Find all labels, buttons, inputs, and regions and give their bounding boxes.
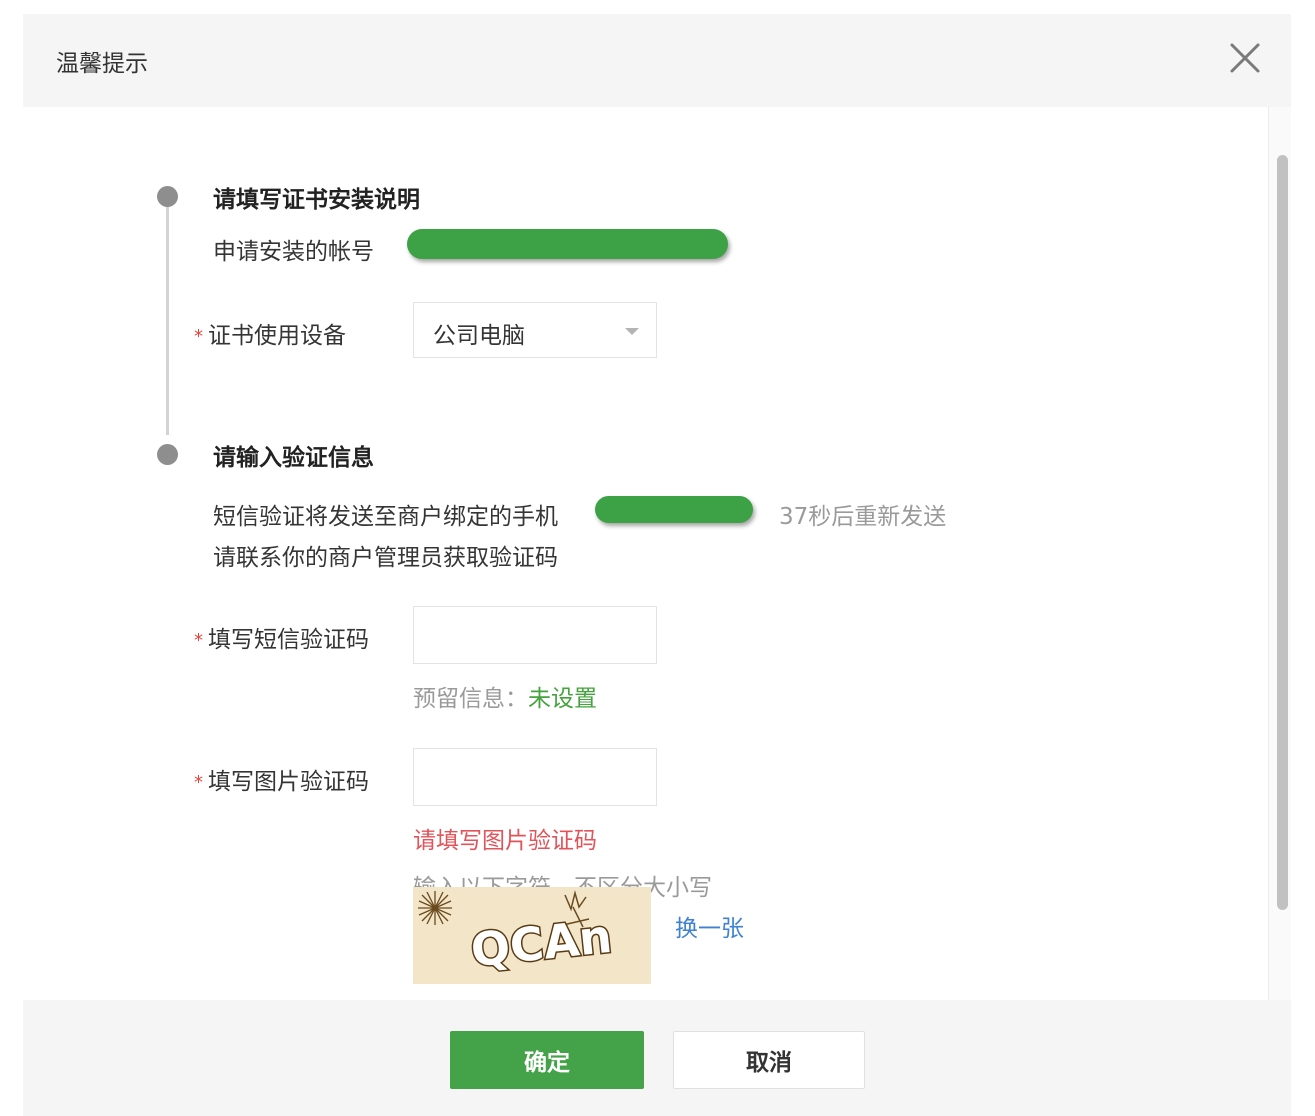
dialog-footer: 确定 取消 (23, 1000, 1291, 1116)
captcha-text: QCAn (468, 909, 614, 977)
device-select[interactable]: 公司电脑 (413, 302, 657, 358)
timeline-line (166, 195, 169, 435)
captcha-graphic: QCAn (418, 890, 616, 979)
step-1-dot (157, 186, 178, 207)
step-2-title: 请输入验证信息 (213, 445, 374, 471)
image-code-error: 请填写图片验证码 (413, 828, 597, 854)
dialog-body: 请填写证书安装说明 申请安装的帐号 * 证书使用设备 公司电脑 请输入验证信息 短… (23, 107, 1291, 1000)
confirm-button[interactable]: 确定 (450, 1031, 644, 1089)
reserved-info-value: 未设置 (528, 686, 597, 712)
device-select-value: 公司电脑 (433, 323, 525, 349)
image-code-input[interactable] (413, 748, 657, 806)
device-label: 证书使用设备 (208, 323, 346, 349)
contact-notice: 请联系你的商户管理员获取验证码 (213, 545, 558, 571)
sms-code-label-row: * 填写短信验证码 (194, 620, 369, 654)
sms-code-input[interactable] (413, 606, 657, 664)
captcha-image[interactable]: QCAn (413, 887, 651, 984)
dialog-title: 温馨提示 (56, 51, 148, 77)
image-code-label: 填写图片验证码 (208, 769, 369, 795)
required-mark: * (194, 326, 203, 347)
masked-account (407, 229, 728, 259)
account-label: 申请安装的帐号 (213, 239, 374, 265)
close-button[interactable] (1223, 40, 1267, 78)
reserved-info-label: 预留信息： (413, 686, 528, 712)
scrollbar-thumb[interactable] (1277, 155, 1288, 910)
reserved-info: 预留信息：未设置 (413, 679, 597, 713)
required-mark: * (194, 630, 203, 651)
caret-down-icon (625, 328, 639, 335)
resend-countdown: 37秒后重新发送 (779, 504, 947, 530)
scrollbar-track[interactable] (1268, 107, 1291, 1000)
close-icon (1230, 43, 1260, 73)
device-label-row: * 证书使用设备 (194, 316, 346, 350)
masked-phone (595, 496, 753, 523)
required-mark: * (194, 772, 203, 793)
cancel-button[interactable]: 取消 (673, 1031, 865, 1089)
step-2-dot (157, 444, 178, 465)
dialog: 温馨提示 请填写证书安装说明 申请安装的帐号 * 证书使用设备 公司电脑 请输入验… (23, 14, 1291, 1116)
sms-code-label: 填写短信验证码 (208, 627, 369, 653)
image-code-label-row: * 填写图片验证码 (194, 762, 369, 796)
sms-notice: 短信验证将发送至商户绑定的手机 (213, 504, 558, 530)
step-1-title: 请填写证书安装说明 (213, 187, 420, 213)
refresh-captcha-link[interactable]: 换一张 (675, 909, 744, 943)
dialog-header: 温馨提示 (23, 14, 1291, 107)
